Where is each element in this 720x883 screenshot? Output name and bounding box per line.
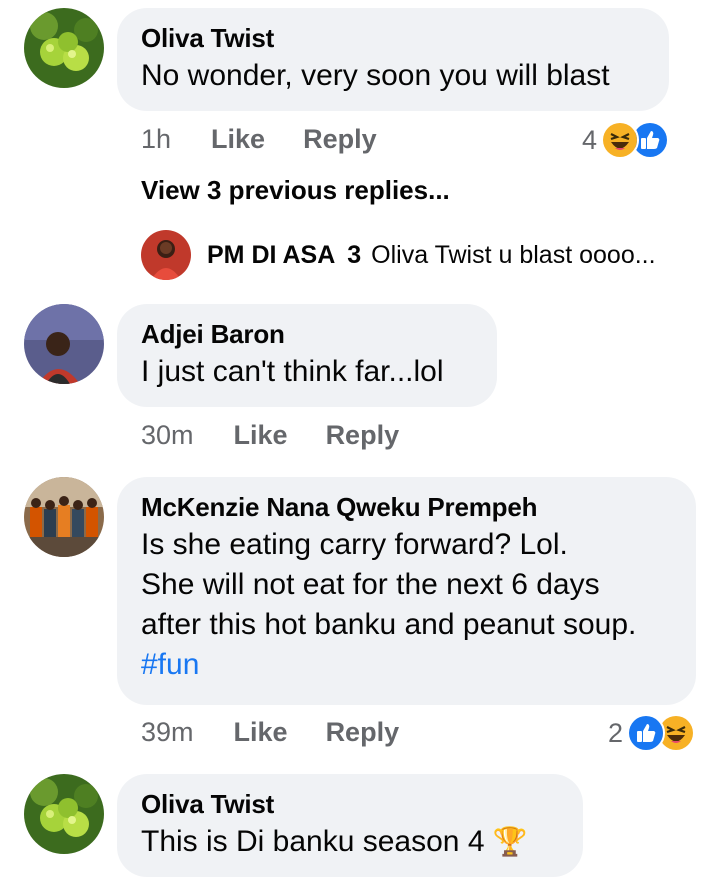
hashtag-link[interactable]: #fun xyxy=(141,645,672,685)
comment-bubble: Adjei Baron I just can't think far...lol xyxy=(117,304,497,407)
comment-author[interactable]: Adjei Baron xyxy=(141,318,473,350)
like-button[interactable]: Like xyxy=(234,717,288,748)
comment-bubble: McKenzie Nana Qweku Prempeh Is she eatin… xyxy=(117,477,696,705)
reply-snippet: Oliva Twist u blast oooo... xyxy=(371,240,656,269)
like-icon xyxy=(627,714,666,752)
comment-bubble: Oliva Twist This is Di banku season 4 🏆 xyxy=(117,774,583,877)
reaction-count: 4 xyxy=(582,124,598,155)
comment-text: This is Di banku season 4 🏆 xyxy=(141,822,559,862)
view-previous-replies[interactable]: View 3 previous replies... xyxy=(141,175,450,206)
reaction-summary[interactable]: 4 xyxy=(582,121,670,159)
comment-text-line: She will not eat for the next 6 days xyxy=(141,568,600,601)
reply-count: 3 xyxy=(347,240,362,269)
comment-time[interactable]: 30m xyxy=(141,420,194,451)
comment-bubble: Oliva Twist No wonder, very soon you wil… xyxy=(117,8,669,111)
avatar-pm-di-asa[interactable] xyxy=(141,230,191,280)
comment-actions: 30m Like Reply xyxy=(141,420,437,451)
haha-icon xyxy=(601,121,640,159)
reply-preview[interactable]: PM DI ASA 3 Oliva Twist u blast oooo... xyxy=(141,230,656,280)
avatar-oliva-twist[interactable] xyxy=(24,8,104,88)
comment-text-line: Is she eating carry forward? Lol. xyxy=(141,528,568,561)
comment-author[interactable]: Oliva Twist xyxy=(141,788,559,820)
comment-time[interactable]: 39m xyxy=(141,717,194,748)
comment-text: No wonder, very soon you will blast xyxy=(141,59,610,92)
comment-actions: 39m Like Reply xyxy=(141,717,437,748)
reaction-summary[interactable]: 2 xyxy=(608,714,696,752)
like-button[interactable]: Like xyxy=(211,124,265,155)
avatar-oliva-twist[interactable] xyxy=(24,774,104,854)
avatar-adjei-baron[interactable] xyxy=(24,304,104,384)
reply-author[interactable]: PM DI ASA xyxy=(207,241,335,270)
comment-text-content: This is Di banku season 4 xyxy=(141,825,485,858)
reply-button[interactable]: Reply xyxy=(326,420,400,451)
comment-text-line: after this hot banku and peanut soup. xyxy=(141,608,637,641)
comment-author[interactable]: McKenzie Nana Qweku Prempeh xyxy=(141,491,672,523)
comment-time[interactable]: 1h xyxy=(141,124,171,155)
comment-text: I just can't think far...lol xyxy=(141,355,444,388)
avatar-mckenzie-prempeh[interactable] xyxy=(24,477,104,557)
reaction-count: 2 xyxy=(608,717,624,748)
reply-button[interactable]: Reply xyxy=(303,124,377,155)
reply-button[interactable]: Reply xyxy=(326,717,400,748)
like-button[interactable]: Like xyxy=(234,420,288,451)
trophy-icon: 🏆 xyxy=(492,826,528,857)
comment-author[interactable]: Oliva Twist xyxy=(141,22,645,54)
comment-actions: 1h Like Reply xyxy=(141,124,415,155)
